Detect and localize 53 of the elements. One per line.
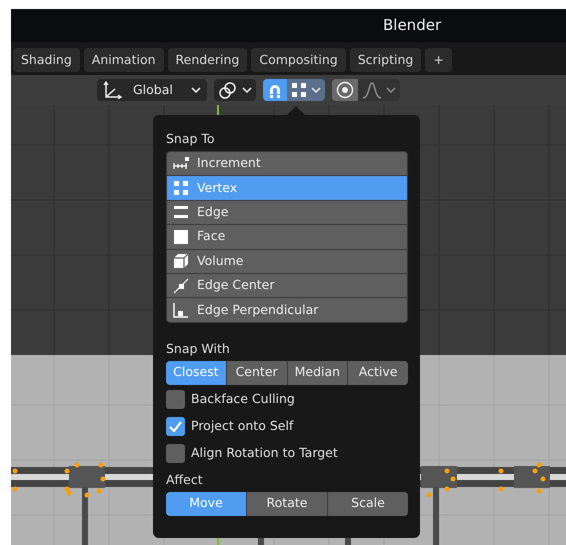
edge-perpendicular-icon xyxy=(173,302,189,318)
segment-button[interactable]: Rotate xyxy=(247,492,327,516)
snap-element-dropdown[interactable] xyxy=(286,79,325,101)
pivot-dropdown[interactable] xyxy=(214,79,256,101)
section-label: Affect xyxy=(166,470,204,489)
checkbox[interactable] xyxy=(166,390,185,409)
check-icon xyxy=(169,420,182,432)
segment-button[interactable]: Scale xyxy=(328,492,408,516)
falloff-curve-icon xyxy=(362,81,382,99)
workspace-tab[interactable]: Shading xyxy=(13,48,80,72)
segment-button[interactable]: Active xyxy=(348,360,408,385)
segment-button[interactable]: Center xyxy=(226,360,286,385)
segment-button[interactable]: Closest xyxy=(166,360,226,385)
vertex-icon xyxy=(290,82,307,98)
proportional-editing-toggle[interactable] xyxy=(332,79,358,101)
vertex-icon xyxy=(173,180,189,196)
workspace-tab[interactable]: Compositing xyxy=(251,48,346,72)
checkbox[interactable] xyxy=(166,444,185,463)
proportional-icon xyxy=(336,81,354,99)
snap-target-option[interactable]: Edge Perpendicular xyxy=(167,298,407,322)
snap-target-option[interactable]: Face xyxy=(167,225,407,249)
cube-icon xyxy=(173,253,189,270)
section-label: Snap With xyxy=(166,340,231,358)
snap-target-option[interactable]: Edge Center xyxy=(167,274,407,298)
pivot-icon xyxy=(218,81,238,99)
segment-button[interactable]: Median xyxy=(288,360,348,385)
face-icon xyxy=(173,228,189,245)
falloff-dropdown[interactable] xyxy=(358,79,400,101)
section-label: Snap To xyxy=(166,130,216,148)
increment-icon xyxy=(173,156,189,172)
window-title: Blender xyxy=(383,15,442,36)
checkbox-label: Align Rotation to Target xyxy=(191,444,338,462)
workspace-tab[interactable]: Rendering xyxy=(168,48,248,72)
edge-icon xyxy=(173,204,189,220)
checkbox-label: Backface Culling xyxy=(191,390,295,408)
snap-target-option[interactable]: Vertex xyxy=(167,176,407,200)
snap-target-option[interactable]: Increment xyxy=(167,152,407,176)
axes-icon xyxy=(103,81,123,99)
chevron-icon xyxy=(190,86,201,94)
edge-center-icon xyxy=(173,278,189,294)
chevron-icon xyxy=(310,86,321,94)
workspace-tab[interactable]: + xyxy=(425,48,452,72)
workspace-tab[interactable]: Animation xyxy=(84,48,164,72)
snap-toggle[interactable] xyxy=(262,79,287,101)
segment-button[interactable]: Move xyxy=(166,492,246,516)
snap-target-option[interactable]: Edge xyxy=(167,200,407,224)
chevron-icon xyxy=(386,86,396,94)
orientation-dropdown[interactable]: Global xyxy=(97,79,207,101)
checkbox[interactable] xyxy=(166,416,185,436)
chevron-icon xyxy=(242,86,252,94)
workspace-tab[interactable]: Scripting xyxy=(350,48,422,72)
checkbox-label: Project onto Self xyxy=(191,416,294,435)
snap-target-option[interactable]: Volume xyxy=(167,250,407,273)
